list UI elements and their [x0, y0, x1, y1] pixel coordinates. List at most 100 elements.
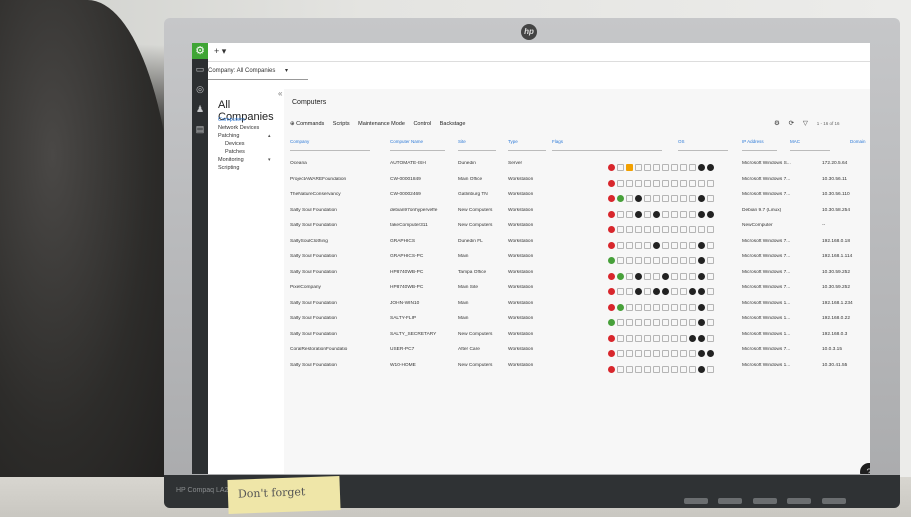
- status-flag-icon[interactable]: [680, 365, 687, 373]
- status-flag-icon[interactable]: [671, 350, 678, 358]
- nav-item-devices[interactable]: Devices: [225, 141, 245, 147]
- status-flag-icon[interactable]: [671, 319, 678, 327]
- filter-line[interactable]: [290, 150, 370, 151]
- status-flag-icon[interactable]: [707, 288, 714, 296]
- col-mac[interactable]: MAC: [790, 139, 800, 144]
- status-flag-icon[interactable]: [644, 164, 651, 172]
- filter-line[interactable]: [390, 150, 445, 151]
- status-flag-icon[interactable]: [617, 179, 624, 187]
- status-flag-icon[interactable]: [689, 195, 696, 203]
- status-flag-icon[interactable]: [626, 334, 633, 342]
- status-flag-icon[interactable]: [653, 226, 660, 234]
- status-flag-icon[interactable]: [608, 288, 615, 296]
- status-flag-icon[interactable]: [644, 272, 651, 280]
- status-flag-icon[interactable]: [635, 319, 642, 327]
- table-row[interactable]: Oceana AUTOMATE-ISH Dunedin Server Microsoft…: [290, 157, 870, 172]
- table-row[interactable]: Salty Soul Foundation GRAPHICS-PC Main Work…: [290, 250, 870, 265]
- status-flag-icon[interactable]: [617, 272, 624, 280]
- status-flag-icon[interactable]: [608, 350, 615, 358]
- table-row[interactable]: CoralRestorationFoundatio USER-PC7 After C…: [290, 343, 870, 358]
- status-flag-icon[interactable]: [644, 241, 651, 249]
- status-flag-icon[interactable]: [671, 334, 678, 342]
- status-flag-icon[interactable]: [707, 350, 714, 358]
- status-flag-icon[interactable]: [635, 303, 642, 311]
- status-flag-icon[interactable]: [689, 179, 696, 187]
- table-row[interactable]: Salty Soul Foundation SALTY-FLIP Main Works…: [290, 312, 870, 327]
- status-flag-icon[interactable]: [653, 365, 660, 373]
- status-flag-icon[interactable]: [617, 164, 624, 172]
- add-button[interactable]: + ▾: [214, 46, 226, 57]
- nav-item-computers[interactable]: Computers: [218, 117, 245, 123]
- status-flag-icon[interactable]: [689, 334, 696, 342]
- col-ip[interactable]: IP Address: [742, 139, 764, 144]
- status-flag-icon[interactable]: [662, 164, 669, 172]
- nav-item-network-devices[interactable]: Network Devices: [218, 125, 259, 131]
- status-flag-icon[interactable]: [689, 210, 696, 218]
- status-flag-icon[interactable]: [698, 241, 705, 249]
- status-flag-icon[interactable]: [653, 179, 660, 187]
- status-flag-icon[interactable]: [644, 179, 651, 187]
- status-flag-icon[interactable]: [626, 195, 633, 203]
- status-flag-icon[interactable]: [617, 241, 624, 249]
- status-flag-icon[interactable]: [707, 179, 714, 187]
- status-flag-icon[interactable]: [680, 272, 687, 280]
- status-flag-icon[interactable]: [608, 164, 615, 172]
- table-row[interactable]: SaltySoulClothing GRAPHICS Dunedin FL Works…: [290, 235, 870, 250]
- status-flag-icon[interactable]: [653, 210, 660, 218]
- status-flag-icon[interactable]: [680, 195, 687, 203]
- commands-button[interactable]: ⊕ Commands: [290, 121, 324, 127]
- status-flag-icon[interactable]: [626, 319, 633, 327]
- col-company[interactable]: Company: [290, 139, 309, 144]
- company-selector[interactable]: Company: All Companies ▾: [208, 67, 288, 74]
- status-flag-icon[interactable]: [698, 350, 705, 358]
- status-flag-icon[interactable]: [653, 195, 660, 203]
- status-flag-icon[interactable]: [644, 334, 651, 342]
- status-flag-icon[interactable]: [617, 226, 624, 234]
- status-flag-icon[interactable]: [644, 226, 651, 234]
- status-flag-icon[interactable]: [608, 365, 615, 373]
- status-flag-icon[interactable]: [671, 257, 678, 265]
- status-flag-icon[interactable]: [635, 334, 642, 342]
- status-flag-icon[interactable]: [635, 226, 642, 234]
- nav-item-patching[interactable]: Patching: [218, 133, 239, 139]
- status-flag-icon[interactable]: [662, 288, 669, 296]
- status-flag-icon[interactable]: [698, 334, 705, 342]
- status-flag-icon[interactable]: [671, 272, 678, 280]
- status-flag-icon[interactable]: [635, 350, 642, 358]
- status-flag-icon[interactable]: [635, 257, 642, 265]
- refresh-icon[interactable]: ⟳: [789, 120, 794, 127]
- globe-icon[interactable]: ◎: [192, 79, 208, 99]
- status-flag-icon[interactable]: [707, 303, 714, 311]
- status-flag-icon[interactable]: [662, 226, 669, 234]
- status-flag-icon[interactable]: [608, 226, 615, 234]
- status-flag-icon[interactable]: [662, 195, 669, 203]
- col-type[interactable]: Type: [508, 139, 518, 144]
- table-row[interactable]: Salty Soul Foundation W10-HOME New Compute…: [290, 359, 870, 374]
- status-flag-icon[interactable]: [608, 319, 615, 327]
- status-flag-icon[interactable]: [653, 303, 660, 311]
- status-flag-icon[interactable]: [707, 334, 714, 342]
- status-flag-icon[interactable]: [653, 288, 660, 296]
- status-flag-icon[interactable]: [608, 257, 615, 265]
- status-flag-icon[interactable]: [671, 365, 678, 373]
- status-flag-icon[interactable]: [635, 272, 642, 280]
- status-flag-icon[interactable]: [635, 195, 642, 203]
- status-flag-icon[interactable]: [608, 195, 615, 203]
- status-flag-icon[interactable]: [617, 195, 624, 203]
- status-flag-icon[interactable]: [662, 303, 669, 311]
- status-flag-icon[interactable]: [671, 195, 678, 203]
- status-flag-icon[interactable]: [707, 257, 714, 265]
- status-flag-icon[interactable]: [707, 241, 714, 249]
- status-flag-icon[interactable]: [626, 257, 633, 265]
- status-flag-icon[interactable]: [707, 195, 714, 203]
- status-flag-icon[interactable]: [608, 303, 615, 311]
- table-row[interactable]: Salty Soul Foundation HP8740WB-PC Tampa Of…: [290, 266, 870, 281]
- status-flag-icon[interactable]: [698, 365, 705, 373]
- document-icon[interactable]: ▤: [192, 119, 208, 139]
- status-flag-icon[interactable]: [680, 288, 687, 296]
- table-row[interactable]: TheNatureConservancy CW-00002469 Gatlinbur…: [290, 188, 870, 203]
- status-flag-icon[interactable]: [680, 257, 687, 265]
- status-flag-icon[interactable]: [689, 319, 696, 327]
- status-flag-icon[interactable]: [671, 179, 678, 187]
- nav-item-patches[interactable]: Patches: [225, 149, 245, 155]
